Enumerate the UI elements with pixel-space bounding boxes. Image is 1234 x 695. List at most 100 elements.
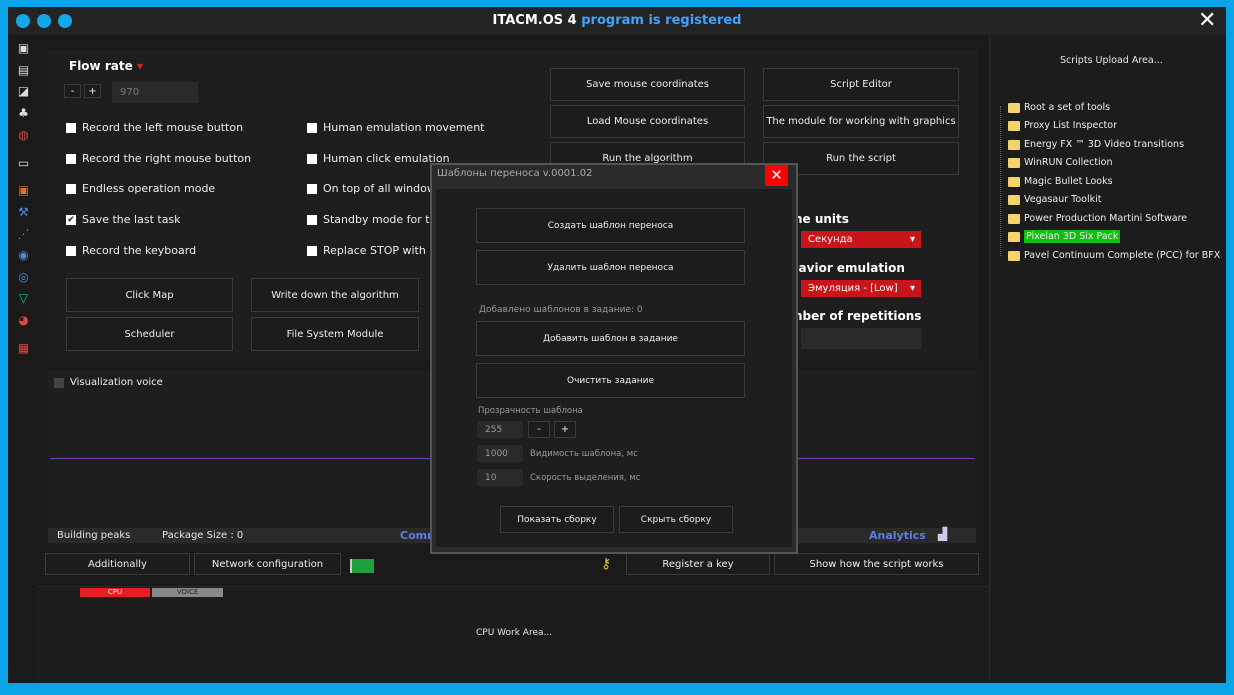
dialog-close-button[interactable]: ✕ xyxy=(765,165,788,186)
checkbox-endless-mode[interactable]: Endless operation mode xyxy=(66,182,215,195)
add-template-button[interactable]: Добавить шаблон в задание xyxy=(476,321,745,356)
checkbox-human-click[interactable]: Human click emulation xyxy=(307,152,450,165)
tree-item[interactable]: Power Production Martini Software xyxy=(1008,211,1187,226)
flow-plus-button[interactable]: + xyxy=(84,84,101,98)
tree-item[interactable]: Pavel Continuum Complete (PCC) for BFX xyxy=(1008,248,1220,263)
show-assembly-button[interactable]: Показать сборку xyxy=(500,506,614,533)
voice-tab[interactable]: VOICE xyxy=(152,588,223,597)
create-template-button[interactable]: Создать шаблон переноса xyxy=(476,208,745,243)
folder-icon xyxy=(1008,231,1020,242)
script-editor-button[interactable]: Script Editor xyxy=(763,68,959,101)
checkbox-label: On top of all windows xyxy=(323,182,442,195)
checkbox-record-left[interactable]: Record the left mouse button xyxy=(66,121,243,134)
repetitions-input[interactable] xyxy=(801,328,921,349)
folder-icon xyxy=(1008,102,1020,113)
checkbox-record-right[interactable]: Record the right mouse button xyxy=(66,152,251,165)
checkbox-box[interactable] xyxy=(54,377,64,388)
hide-assembly-button[interactable]: Скрыть сборку xyxy=(619,506,733,533)
crop-icon[interactable]: ▣ xyxy=(17,184,30,197)
building-peaks-label: Building peaks xyxy=(57,530,131,541)
analytics-link[interactable]: Analytics xyxy=(869,529,926,542)
tree-item[interactable]: Magic Bullet Looks xyxy=(1008,174,1113,189)
package-size-label: Package Size : 0 xyxy=(162,530,244,541)
folder-icon xyxy=(1008,176,1020,187)
write-algorithm-button[interactable]: Write down the algorithm xyxy=(251,278,419,312)
file-system-button[interactable]: File System Module xyxy=(251,317,419,351)
additionally-button[interactable]: Additionally xyxy=(45,553,190,575)
tree-item[interactable]: Energy FX ™ 3D Video transitions xyxy=(1008,137,1184,152)
checkbox-visualization-voice[interactable]: Visualization voice xyxy=(54,377,163,388)
load-mouse-button[interactable]: Load Mouse coordinates xyxy=(550,105,745,138)
cpu-tab[interactable]: CPU xyxy=(80,588,150,597)
checkbox-label: Visualization voice xyxy=(70,377,163,388)
tree-item-label: Root a set of tools xyxy=(1024,102,1111,113)
network-config-button[interactable]: Network configuration xyxy=(194,553,341,575)
nodes-icon[interactable]: ⋰ xyxy=(17,228,30,241)
bar-chart-icon[interactable]: ▟ xyxy=(938,527,947,541)
tree-item-label: WinRUN Collection xyxy=(1024,157,1113,168)
checkbox-label: Human emulation movement xyxy=(323,121,485,134)
shapes-icon[interactable]: ♣ xyxy=(17,107,30,120)
flow-minus-button[interactable]: - xyxy=(64,84,81,98)
flow-rate-input[interactable]: 970 xyxy=(112,82,198,103)
scripts-upload-area[interactable]: Scripts Upload Area... xyxy=(1060,55,1163,66)
printer-icon[interactable]: ▤ xyxy=(17,64,30,77)
vector-icon[interactable]: ▽ xyxy=(17,292,30,305)
checkbox-human-movement[interactable]: Human emulation movement xyxy=(307,121,484,134)
folder-icon xyxy=(1008,194,1020,205)
opacity-input[interactable]: 255 xyxy=(477,421,523,438)
orbit-icon[interactable]: ◎ xyxy=(17,271,30,284)
speed-input[interactable]: 10 xyxy=(477,469,523,486)
checkbox-label: Record the keyboard xyxy=(82,244,197,257)
target-icon[interactable]: ◉ xyxy=(17,249,30,262)
tree-item[interactable]: Proxy List Inspector xyxy=(1008,118,1117,133)
pie-icon[interactable]: ◕ xyxy=(17,314,30,327)
images-icon[interactable]: ◪ xyxy=(17,85,30,98)
click-map-button[interactable]: Click Map xyxy=(66,278,233,312)
checkbox-box[interactable] xyxy=(66,183,76,194)
scheduler-button[interactable]: Scheduler xyxy=(66,317,233,351)
time-units-select[interactable]: Секунда ▾ xyxy=(801,231,921,248)
globe-icon[interactable]: ◍ xyxy=(17,129,30,142)
delete-template-button[interactable]: Удалить шаблон переноса xyxy=(476,250,745,285)
checkbox-box-checked[interactable]: ✔ xyxy=(66,214,76,225)
checkbox-label: Endless operation mode xyxy=(82,182,216,195)
register-key-button[interactable]: Register a key xyxy=(626,553,770,575)
camera-icon[interactable]: ▣ xyxy=(17,42,30,55)
save-mouse-button[interactable]: Save mouse coordinates xyxy=(550,68,745,101)
checkbox-box[interactable] xyxy=(307,122,317,133)
checkbox-box[interactable] xyxy=(307,153,317,164)
checkbox-standby[interactable]: Standby mode for the xyxy=(307,213,443,226)
tree-item[interactable]: Vegasaur Toolkit xyxy=(1008,192,1102,207)
checkbox-box[interactable] xyxy=(307,214,317,225)
opacity-plus-button[interactable]: + xyxy=(554,421,576,438)
tree-item-selected[interactable]: Pixelan 3D Six Pack xyxy=(1008,229,1121,244)
behavior-select[interactable]: Эмуляция - [Low] ▾ xyxy=(801,280,921,297)
checkbox-box[interactable] xyxy=(66,153,76,164)
show-script-button[interactable]: Show how the script works xyxy=(774,553,979,575)
tree-item[interactable]: WinRUN Collection xyxy=(1008,155,1113,170)
tree-item-label: Magic Bullet Looks xyxy=(1024,176,1113,187)
tree-item[interactable]: Root a set of tools xyxy=(1008,100,1110,115)
behavior-label: havior emulation xyxy=(790,261,905,275)
checkbox-box[interactable] xyxy=(307,245,317,256)
graphics-module-button[interactable]: The module for working with graphics xyxy=(763,105,959,138)
close-icon[interactable]: ✕ xyxy=(1198,8,1216,33)
flow-rate-label[interactable]: Flow rate ▾ xyxy=(69,59,143,73)
checkbox-save-last-task[interactable]: ✔ Save the last task xyxy=(66,213,181,226)
wrench-icon[interactable]: ⚒ xyxy=(17,206,30,219)
close-icon: ✕ xyxy=(770,166,783,184)
checkbox-box[interactable] xyxy=(307,183,317,194)
checkbox-box[interactable] xyxy=(66,122,76,133)
network-card-icon[interactable] xyxy=(350,559,374,573)
checkbox-on-top[interactable]: On top of all windows xyxy=(307,182,442,195)
tree-line xyxy=(1000,106,1001,256)
checkbox-box[interactable] xyxy=(66,245,76,256)
checker-icon[interactable]: ▦ xyxy=(17,342,30,355)
visibility-input[interactable]: 1000 xyxy=(477,445,523,462)
checkbox-replace-stop[interactable]: Replace STOP with PA xyxy=(307,244,443,257)
archive-icon[interactable]: ▭ xyxy=(17,157,30,170)
clear-task-button[interactable]: Очистить задание xyxy=(476,363,745,398)
opacity-minus-button[interactable]: - xyxy=(528,421,550,438)
checkbox-record-keyboard[interactable]: Record the keyboard xyxy=(66,244,196,257)
